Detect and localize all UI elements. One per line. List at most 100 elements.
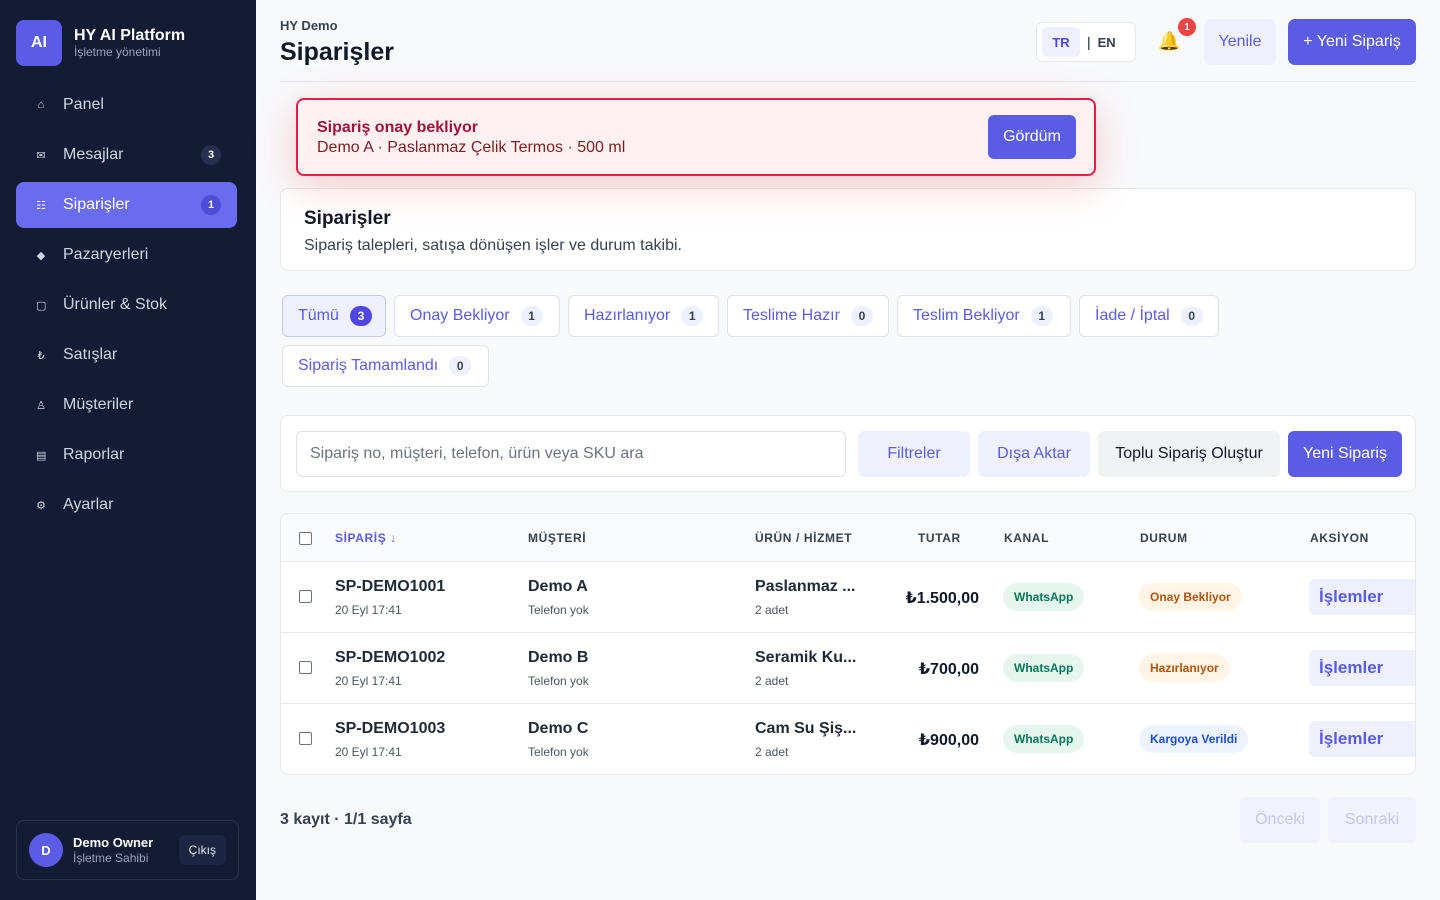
count-badge: 3 xyxy=(201,145,221,165)
sidebar-item-reports[interactable]: ▤ Raporlar xyxy=(16,432,237,478)
channel-badge: WhatsApp xyxy=(1003,583,1085,611)
order-id[interactable]: SP-DEMO1001 xyxy=(335,578,445,596)
tab-completed[interactable]: Sipariş Tamamlandı 0 xyxy=(282,345,489,387)
table-row[interactable]: SP-DEMO1002 20 Eyl 17:41 Demo B Telefon … xyxy=(281,633,1415,704)
select-all-checkbox[interactable] xyxy=(299,532,312,545)
sidebar-item-sales[interactable]: ₺ Satışlar xyxy=(16,332,237,378)
table-row[interactable]: SP-DEMO1001 20 Eyl 17:41 Demo A Telefon … xyxy=(281,562,1415,633)
tab-label: Tümü xyxy=(298,307,339,324)
breadcrumb: HY Demo xyxy=(280,18,338,33)
tab-label: Sipariş Tamamlandı xyxy=(298,357,439,374)
filters-button[interactable]: Filtreler xyxy=(858,431,970,477)
sidebar-item-marketplaces[interactable]: ◆ Pazaryerleri xyxy=(16,232,237,278)
lang-en-button[interactable]: EN xyxy=(1098,35,1116,50)
row-checkbox[interactable] xyxy=(299,590,312,603)
customer-name: Demo B xyxy=(528,649,589,666)
bulk-order-button[interactable]: Toplu Sipariş Oluştur xyxy=(1098,431,1280,477)
tab-all[interactable]: Tümü 3 xyxy=(282,295,386,337)
sidebar-item-label: Ürünler & Stok xyxy=(63,296,168,313)
tab-count: 0 xyxy=(850,306,873,326)
sidebar-item-panel[interactable]: ⌂ Panel xyxy=(16,82,237,128)
sidebar-item-label: Panel xyxy=(63,96,104,113)
sidebar-item-settings[interactable]: ⚙ Ayarlar xyxy=(16,482,237,528)
order-amount: ₺1.500,00 xyxy=(905,590,979,607)
sidebar-item-label: Raporlar xyxy=(63,446,125,463)
tab-count: 0 xyxy=(1180,306,1203,326)
column-channel: KANAL xyxy=(1004,531,1049,545)
lang-tr-button[interactable]: TR xyxy=(1042,27,1080,57)
actions-button[interactable]: İşlemler xyxy=(1309,721,1415,757)
order-amount: ₺900,00 xyxy=(918,732,979,749)
brand-subtitle: İşletme yönetimi xyxy=(74,45,161,59)
logout-button[interactable]: Çıkış xyxy=(178,835,226,865)
language-switch: TR | EN xyxy=(1036,22,1136,62)
customer-phone: Telefon yok xyxy=(528,603,589,617)
sidebar-item-label: Pazaryerleri xyxy=(63,246,149,263)
product-qty: 2 adet xyxy=(755,603,789,617)
lira-icon: ₺ xyxy=(37,349,45,362)
export-button[interactable]: Dışa Aktar xyxy=(978,431,1090,477)
status-badge: Hazırlanıyor xyxy=(1139,654,1230,682)
next-page-button[interactable]: Sonraki xyxy=(1328,797,1416,843)
bell-icon[interactable]: 🔔 xyxy=(1158,31,1180,52)
count-badge: 1 xyxy=(201,195,221,215)
user-card: D Demo Owner İşletme Sahibi Çıkış xyxy=(16,820,239,880)
sidebar-item-customers[interactable]: ♙ Müşteriler xyxy=(16,382,237,428)
row-checkbox[interactable] xyxy=(299,732,312,745)
sidebar-item-messages[interactable]: ✉ Mesajlar 3 xyxy=(16,132,237,178)
order-id[interactable]: SP-DEMO1002 xyxy=(335,649,445,667)
orders-table: SİPARİŞ ↓ MÜŞTERİ ÜRÜN / HİZMET TUTAR KA… xyxy=(280,513,1416,775)
product-name: Paslanmaz ... xyxy=(755,578,856,595)
sidebar-nav: ⌂ Panel ✉ Mesajlar 3 ☷ Siparişler 1 ◆ Pa… xyxy=(16,82,237,532)
tab-count: 1 xyxy=(520,306,543,326)
tab-preparing[interactable]: Hazırlanıyor 1 xyxy=(568,295,719,337)
previous-page-button[interactable]: Önceki xyxy=(1240,797,1320,843)
product-qty: 2 adet xyxy=(755,674,789,688)
order-alert: Sipariş onay bekliyor Demo A · Paslanmaz… xyxy=(296,98,1096,176)
tab-count: 1 xyxy=(681,306,704,326)
tab-awaiting-delivery[interactable]: Teslim Bekliyor 1 xyxy=(897,295,1071,337)
table-row[interactable]: SP-DEMO1003 20 Eyl 17:41 Demo C Telefon … xyxy=(281,704,1415,774)
page-title: Siparişler xyxy=(280,38,394,66)
tab-label: İade / İptal xyxy=(1095,307,1170,324)
alert-message: Demo A · Paslanmaz Çelik Termos · 500 ml xyxy=(317,139,626,156)
tab-count: 3 xyxy=(349,306,372,326)
brand-title: HY AI Platform xyxy=(74,27,186,44)
customer-phone: Telefon yok xyxy=(528,745,589,759)
new-order-header-button[interactable]: + Yeni Sipariş xyxy=(1288,19,1416,65)
refresh-button[interactable]: Yenile xyxy=(1204,19,1276,65)
tab-count: 0 xyxy=(449,356,472,376)
new-order-button[interactable]: Yeni Sipariş xyxy=(1288,431,1402,477)
sidebar-item-products[interactable]: ▢ Ürünler & Stok xyxy=(16,282,237,328)
header-divider xyxy=(280,81,1416,82)
sidebar-item-label: Siparişler xyxy=(63,196,130,213)
tab-label: Hazırlanıyor xyxy=(584,307,671,324)
acknowledge-button[interactable]: Gördüm xyxy=(988,115,1076,159)
sidebar-item-label: Ayarlar xyxy=(63,496,114,513)
column-product: ÜRÜN / HİZMET xyxy=(755,531,853,545)
tab-return-cancel[interactable]: İade / İptal 0 xyxy=(1079,295,1219,337)
report-icon: ▤ xyxy=(36,449,47,462)
tab-ready-for-delivery[interactable]: Teslime Hazır 0 xyxy=(727,295,889,337)
sidebar-item-label: Mesajlar xyxy=(63,146,124,163)
order-id[interactable]: SP-DEMO1003 xyxy=(335,720,445,738)
product-qty: 2 adet xyxy=(755,745,789,759)
sidebar-item-orders[interactable]: ☷ Siparişler 1 xyxy=(16,182,237,228)
tab-label: Teslim Bekliyor xyxy=(913,307,1020,324)
product-name: Seramik Ku... xyxy=(755,649,857,666)
home-icon: ⌂ xyxy=(37,99,45,111)
tab-label: Onay Bekliyor xyxy=(410,307,510,324)
box-icon: ▢ xyxy=(36,299,47,312)
main-content: HY Demo Siparişler TR | EN 🔔 1 Yenile + … xyxy=(256,0,1440,900)
search-input[interactable] xyxy=(296,431,846,477)
tab-pending-approval[interactable]: Onay Bekliyor 1 xyxy=(394,295,560,337)
actions-button[interactable]: İşlemler xyxy=(1309,650,1415,686)
list-icon: ☷ xyxy=(36,199,46,212)
alert-title: Sipariş onay bekliyor xyxy=(317,119,478,136)
brand[interactable]: AI HY AI Platform İşletme yönetimi xyxy=(16,20,185,66)
row-checkbox[interactable] xyxy=(299,661,312,674)
actions-button[interactable]: İşlemler xyxy=(1309,579,1415,615)
diamond-icon: ◆ xyxy=(36,249,46,262)
column-order[interactable]: SİPARİŞ ↓ xyxy=(335,531,397,545)
customer-name: Demo C xyxy=(528,720,589,737)
